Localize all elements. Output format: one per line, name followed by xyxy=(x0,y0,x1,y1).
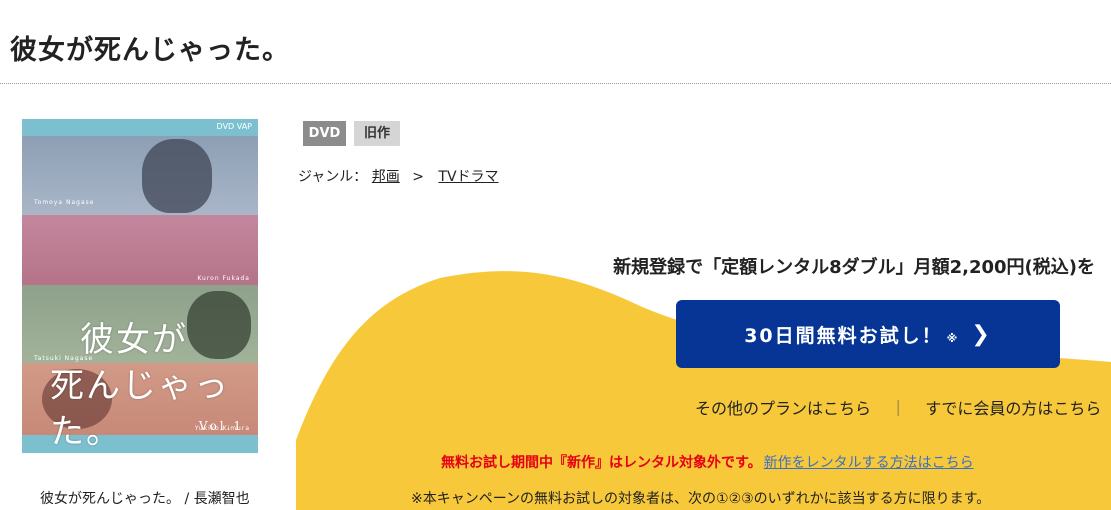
cover-cast-name: Kuron Fukada xyxy=(197,275,250,282)
cover-logo: DVD VAP xyxy=(216,122,252,131)
free-trial-label: 30日間無料お試し！ xyxy=(744,324,943,347)
free-trial-note: ※ xyxy=(946,331,958,345)
new-release-warning: 無料お試し期間中『新作』はレンタル対象外です。 新作をレンタルする方法はこちら xyxy=(441,452,974,472)
campaign-terms: ※本キャンペーンの無料お試しの対象者は、次の①②③のいずれかに該当する方に限りま… xyxy=(411,491,991,507)
other-plans-link[interactable]: その他のプランはこちら xyxy=(695,399,871,418)
promo-headline: 新規登録で「定額レンタル8ダブル」月額2,200円(税込)を xyxy=(613,257,1095,278)
genre-link-tv-drama[interactable]: TVドラマ xyxy=(438,169,498,185)
warning-text: 無料お試し期間中『新作』はレンタル対象外です。 xyxy=(441,455,762,471)
format-badge: DVD xyxy=(303,121,346,146)
cover-caption: 彼女が死んじゃった。 / 長瀬智也 xyxy=(40,491,250,507)
chevron-right-icon: ❯ xyxy=(971,321,992,347)
cover-volume: Vol.1 xyxy=(198,419,244,433)
cover-cast-name: Tomoya Nagase xyxy=(34,199,95,206)
breadcrumb-separator: > xyxy=(412,169,424,185)
genre-label: ジャンル： xyxy=(298,169,368,185)
dvd-cover-image[interactable]: DVD VAP Tomoya Nagase Kuron Fukada Tatsu… xyxy=(22,119,258,453)
free-trial-button[interactable]: 30日間無料お試し！ ※ ❯ xyxy=(676,300,1060,368)
new-release-rental-link[interactable]: 新作をレンタルする方法はこちら xyxy=(764,455,974,471)
member-login-link[interactable]: すでに会員の方はこちら xyxy=(925,399,1101,418)
genre-breadcrumb: ジャンル： 邦画 > TVドラマ xyxy=(298,166,499,186)
release-badge: 旧作 xyxy=(354,121,400,146)
cover-portrait xyxy=(142,139,212,213)
plan-links: その他のプランはこちら ｜ すでに会員の方はこちら xyxy=(695,395,1101,419)
genre-link-hougaku[interactable]: 邦画 xyxy=(372,169,400,185)
link-separator: ｜ xyxy=(890,399,907,418)
